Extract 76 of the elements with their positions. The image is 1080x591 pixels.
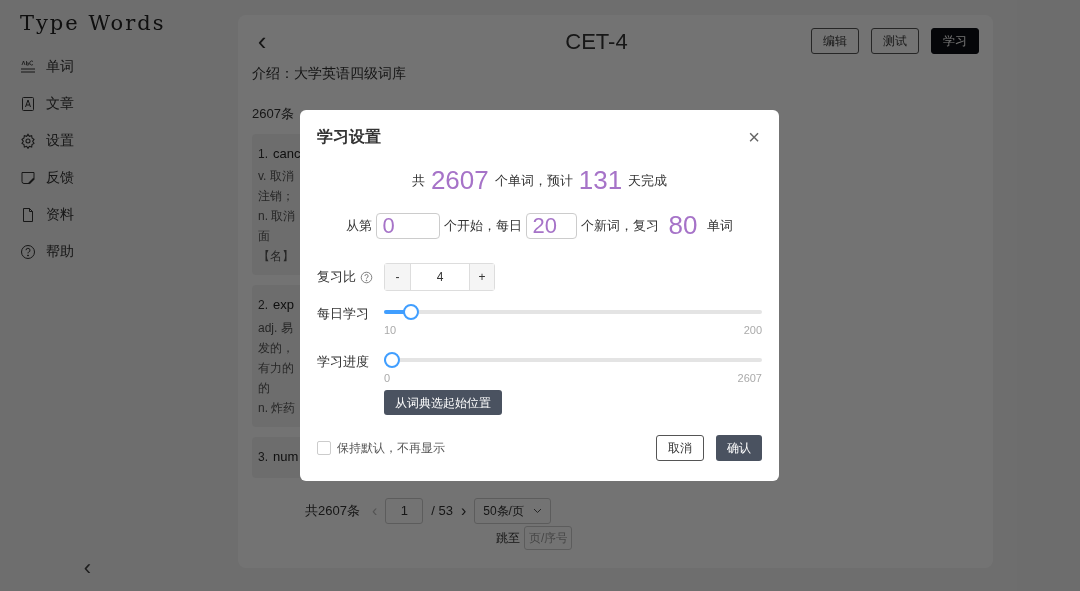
slider-label: 学习进度 [317,352,370,371]
help-icon [20,243,36,260]
toolbar-button[interactable]: 测试 [871,28,919,54]
word-text: num [273,447,299,466]
ratio-input[interactable]: 4 [411,264,469,290]
lines-icon [20,58,36,75]
slider-max: 2607 [737,370,762,386]
definition-text: n. 取消 [258,208,296,225]
toolbar-button[interactable]: 学习 [931,28,979,54]
word-text: exp [273,296,294,314]
definition-text: 发的， [258,339,294,357]
daily-count-input[interactable]: 20 [525,212,577,239]
definition-text: 的 [258,379,270,397]
slider-thumb[interactable] [403,304,420,320]
help-icon[interactable] [360,270,373,284]
page-input[interactable]: 1 [385,497,424,524]
stat-number: 2607 [430,164,489,197]
summary-text: 天完成 [628,171,668,190]
slider-min: 0 [384,370,391,386]
sidebar-item[interactable]: 反馈 [20,159,80,196]
slider-max: 200 [743,323,762,338]
definition-text: 【名】 [258,248,294,265]
sidebar-item[interactable]: 设置 [20,122,80,159]
confirm-button[interactable]: 确认 [716,435,762,461]
app-logo: Type Words [20,10,167,37]
sidebar-item[interactable]: 单词 [20,48,80,85]
page-total: / 53 [431,501,453,520]
definition-text: n. 炸药 [258,399,296,417]
slider-thumb[interactable] [384,351,400,368]
increment-button[interactable]: + [469,264,494,290]
sidebar-item[interactable]: 文章 [20,85,80,122]
definition-text: v. 取消 [258,168,294,185]
word-index: 3. [258,448,268,466]
jump-label: 跳至 [496,529,520,547]
settings-icon [20,132,36,149]
dictionary-intro: 介绍：大学英语四级词库 [252,64,407,83]
plan-text: 单词 [707,216,734,235]
decrement-button[interactable]: - [385,264,411,290]
stat-number: 131 [578,164,623,197]
definition-text: 注销； [258,188,294,205]
total-count: 共2607条 [305,501,360,520]
review-count: 80 [668,209,698,242]
file-icon [20,206,36,223]
summary-text: 个单词，预计 [494,171,573,190]
slider-label: 每日学习 [317,305,370,323]
sidebar-item[interactable]: 资料 [20,196,80,233]
close-button[interactable]: × [748,127,760,147]
plan-text: 个新词，复习 [580,216,659,235]
letter-a-document-icon [20,95,36,112]
pick-start-button[interactable]: 从词典选起始位置 [384,390,502,415]
page-size-select[interactable]: 50条/页 [474,497,552,524]
chevron-down-icon [533,507,543,514]
ratio-stepper[interactable]: - 4 + [384,263,495,291]
page-title: CET-4 [564,27,629,56]
next-page-button[interactable]: › [460,498,467,523]
keep-default-checkbox[interactable]: 保持默认，不再显示 [317,439,445,457]
word-index: 1. [258,145,268,163]
dialog-title: 学习设置 [317,127,381,147]
definition-text: 面 [258,228,270,245]
ratio-label: 复习比 [317,268,356,287]
cancel-button[interactable]: 取消 [656,435,704,461]
toolbar-button[interactable]: 编辑 [811,28,859,54]
plan-text: 个开始，每日 [443,216,522,235]
back-button[interactable]: ‹ [252,28,272,54]
word-count: 2607条 [252,105,295,123]
sidebar-item[interactable]: 帮助 [20,233,80,270]
start-index-input[interactable]: 0 [375,212,440,239]
plan-text: 从第 [345,216,372,235]
word-text: canc [273,144,301,163]
collapse-button[interactable]: ‹ [83,557,92,579]
definition-text: 有力的 [258,359,294,377]
definition-text: adj. 易 [258,319,293,337]
summary-text: 共 [411,171,425,190]
slider-min: 10 [384,323,397,338]
checkbox[interactable] [317,441,331,455]
word-index: 2. [258,297,268,314]
